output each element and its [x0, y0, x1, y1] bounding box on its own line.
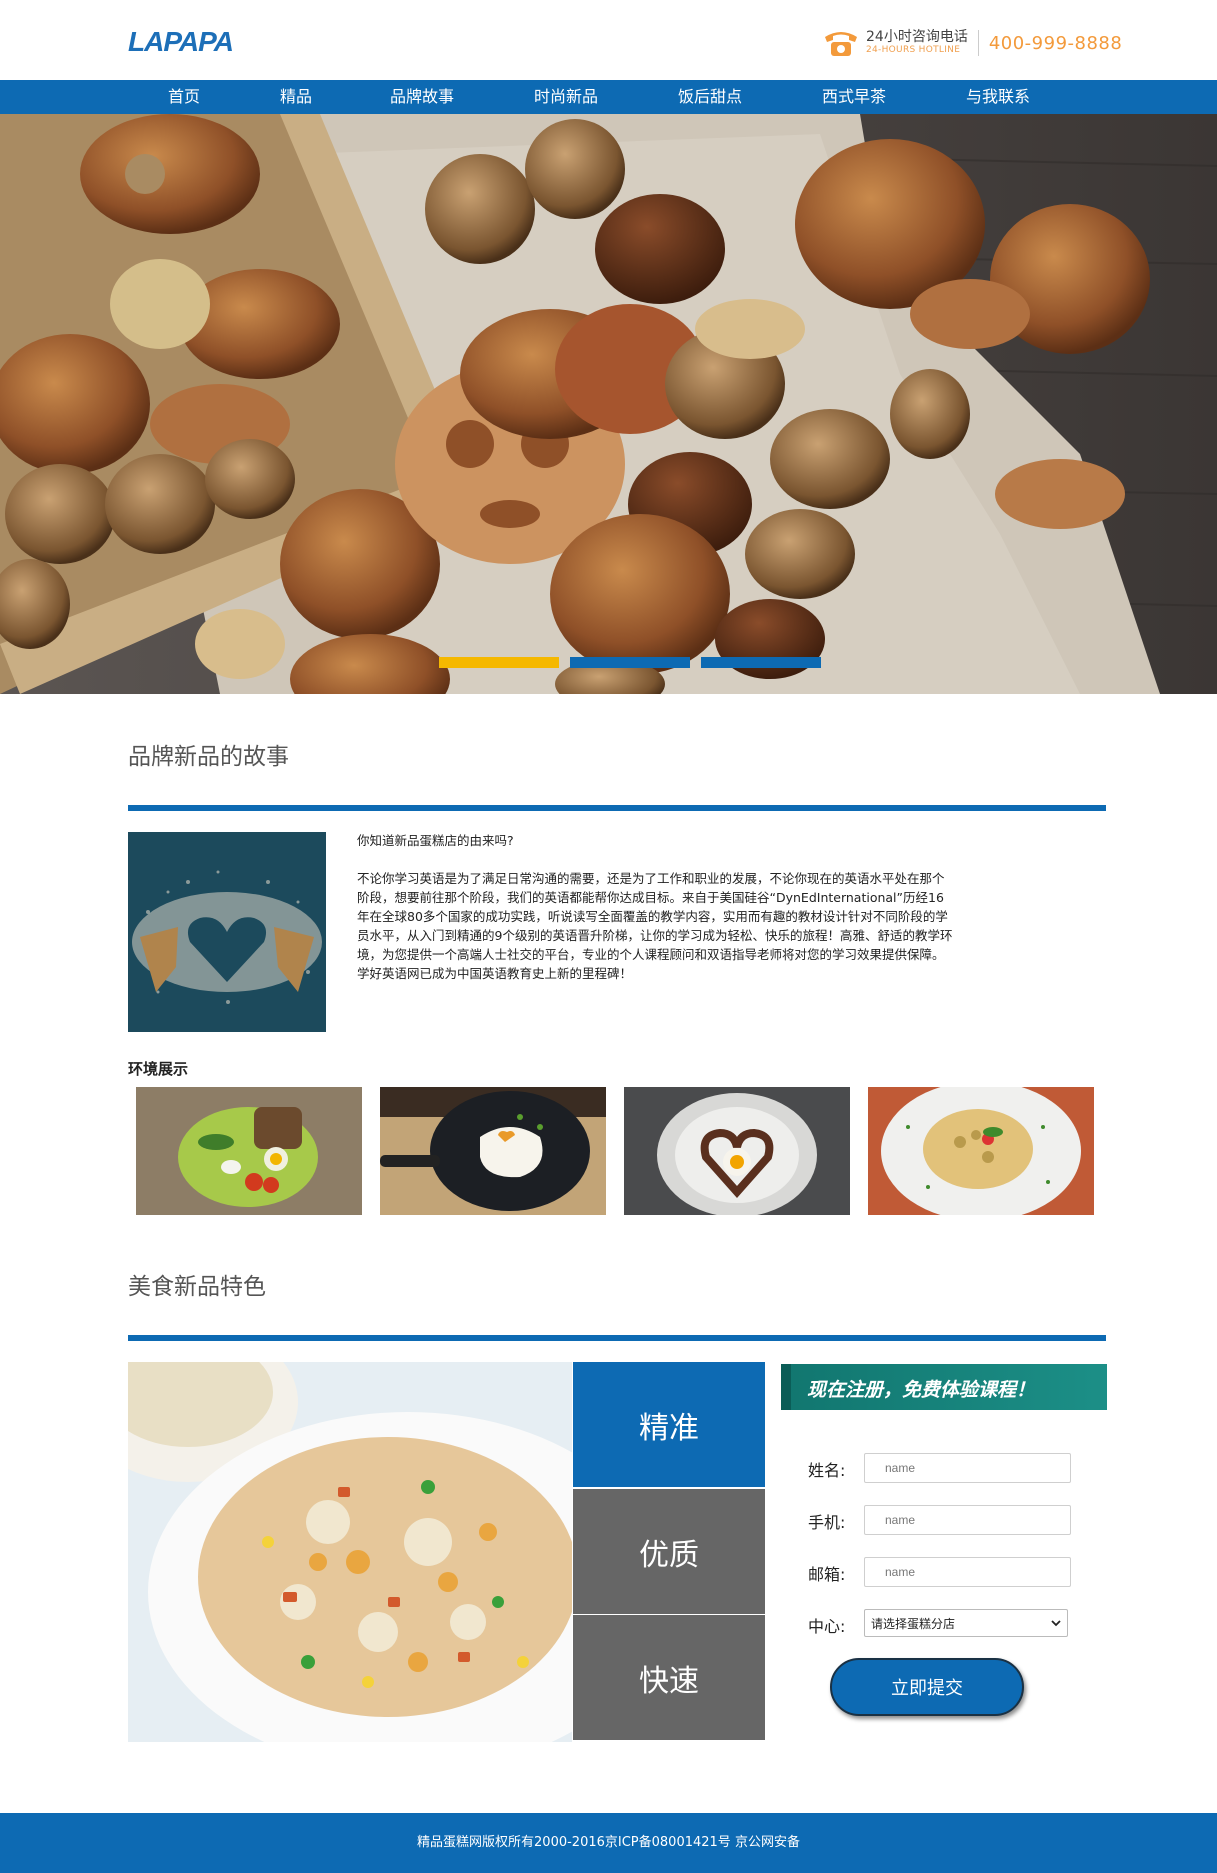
footer-copyright: 精品蛋糕网版权所有2000-2016京ICP备08001421号 京公网安备	[417, 1835, 800, 1850]
feature-quality: 优质	[573, 1489, 765, 1614]
signup-banner: 现在注册，免费体验课程！	[781, 1364, 1107, 1420]
nav-item-home[interactable]: 首页	[128, 80, 240, 114]
story-text: 你知道新品蛋糕店的由来吗? 不论你学习英语是为了满足日常沟通的需要，还是为了工作…	[357, 831, 955, 983]
hotline-label-en: 24-HOURS HOTLINE	[866, 44, 961, 55]
svg-text:现在注册，免费体验课程！: 现在注册，免费体验课程！	[807, 1379, 1035, 1401]
site-header: LAPAPA 24小时咨询电话 24-HOURS HOTLINE 400-999…	[0, 0, 1217, 80]
name-input[interactable]: name	[864, 1453, 1071, 1483]
slider-dot-1[interactable]	[439, 657, 559, 668]
email-label: 邮箱:	[808, 1565, 846, 1584]
features-section-title: 美食新品特色	[128, 1274, 266, 1300]
story-body: 不论你学习英语是为了满足日常沟通的需要，还是为了工作和职业的发展，不论你现在的英…	[357, 871, 953, 981]
center-label: 中心:	[808, 1617, 846, 1636]
center-select[interactable]: 请选择蛋糕分店	[864, 1609, 1068, 1637]
hero-banner-image	[0, 114, 1217, 694]
story-section-title: 品牌新品的故事	[128, 744, 289, 770]
environment-photo-2[interactable]	[380, 1087, 606, 1215]
nav-item-western-tea[interactable]: 西式早茶	[784, 80, 924, 114]
environment-title: 环境展示	[128, 1060, 189, 1078]
environment-photo-4[interactable]	[868, 1087, 1094, 1215]
nav-item-premium[interactable]: 精品	[240, 80, 352, 114]
hotline-number[interactable]: 400-999-8888	[989, 33, 1123, 54]
slider-dot-3[interactable]	[701, 657, 821, 668]
name-label: 姓名:	[808, 1461, 846, 1480]
hero-banner	[0, 114, 1217, 694]
phone-input[interactable]: name	[864, 1505, 1071, 1535]
site-footer: 精品蛋糕网版权所有2000-2016京ICP备08001421号 京公网安备	[0, 1813, 1217, 1873]
site-logo[interactable]: LAPAPA	[128, 26, 250, 57]
email-input[interactable]: name	[864, 1557, 1071, 1587]
nav-item-desserts[interactable]: 饭后甜点	[640, 80, 780, 114]
feature-precise: 精准	[573, 1362, 765, 1487]
hotline-divider	[977, 30, 979, 56]
svg-text:LAPAPA: LAPAPA	[128, 27, 233, 57]
environment-photo-3[interactable]	[624, 1087, 850, 1215]
fried-rice-photo	[128, 1362, 572, 1742]
slider-dot-2[interactable]	[570, 657, 690, 668]
nav-item-brand-story[interactable]: 品牌故事	[352, 80, 492, 114]
telephone-icon	[822, 28, 860, 58]
center-select-value: 请选择蛋糕分店	[871, 1616, 956, 1631]
environment-photo-1[interactable]	[136, 1087, 362, 1215]
story-image	[128, 832, 326, 1032]
submit-button[interactable]: 立即提交	[830, 1658, 1024, 1716]
story-question: 你知道新品蛋糕店的由来吗?	[357, 833, 514, 848]
hotline-block: 24小时咨询电话 24-HOURS HOTLINE 400-999-8888	[822, 26, 1122, 60]
feature-fast: 快速	[573, 1615, 765, 1740]
nav-item-new-fashion[interactable]: 时尚新品	[496, 80, 636, 114]
story-section-divider	[128, 805, 1106, 811]
main-nav: 首页 精品 品牌故事 时尚新品 饭后甜点 西式早茶 与我联系	[0, 80, 1217, 114]
hotline-label: 24小时咨询电话	[866, 29, 968, 46]
nav-item-contact[interactable]: 与我联系	[928, 80, 1068, 114]
chevron-down-icon	[1051, 1616, 1061, 1630]
features-section-divider	[128, 1335, 1106, 1341]
phone-label: 手机:	[808, 1513, 846, 1532]
